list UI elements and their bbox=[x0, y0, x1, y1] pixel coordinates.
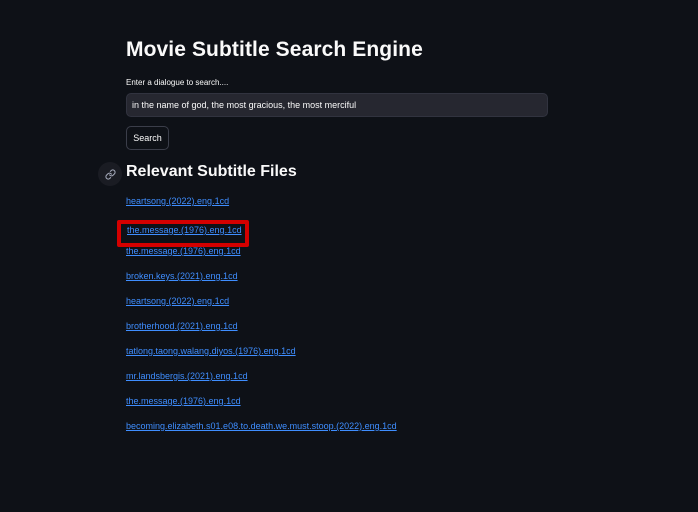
list-item: the.message.(1976).eng.1cd bbox=[126, 220, 397, 245]
list-item: tatlong.taong.walang.diyos.(1976).eng.1c… bbox=[126, 345, 397, 370]
result-link[interactable]: heartsong.(2022).eng.1cd bbox=[126, 296, 229, 306]
result-link[interactable]: brotherhood.(2021).eng.1cd bbox=[126, 321, 238, 331]
link-icon bbox=[104, 168, 116, 180]
list-item: broken.keys.(2021).eng.1cd bbox=[126, 270, 397, 295]
result-link[interactable]: the.message.(1976).eng.1cd bbox=[126, 396, 241, 406]
result-link[interactable]: heartsong.(2022).eng.1cd bbox=[126, 196, 229, 206]
heading-anchor-link[interactable] bbox=[98, 162, 122, 186]
results-list: heartsong.(2022).eng.1cd the.message.(19… bbox=[126, 195, 397, 445]
list-item: the.message.(1976).eng.1cd bbox=[126, 245, 397, 270]
result-link[interactable]: broken.keys.(2021).eng.1cd bbox=[126, 271, 238, 281]
list-item: heartsong.(2022).eng.1cd bbox=[126, 195, 397, 220]
result-link[interactable]: tatlong.taong.walang.diyos.(1976).eng.1c… bbox=[126, 346, 296, 356]
search-input-label: Enter a dialogue to search.... bbox=[126, 78, 229, 87]
result-link[interactable]: mr.landsbergis.(2021).eng.1cd bbox=[126, 371, 248, 381]
page-title: Movie Subtitle Search Engine bbox=[126, 38, 423, 61]
app-page: Movie Subtitle Search Engine Enter a dia… bbox=[0, 0, 698, 512]
list-item: becoming.elizabeth.s01.e08.to.death.we.m… bbox=[126, 420, 397, 445]
result-link[interactable]: the.message.(1976).eng.1cd bbox=[126, 246, 241, 256]
list-item: heartsong.(2022).eng.1cd bbox=[126, 295, 397, 320]
search-input[interactable] bbox=[126, 93, 548, 117]
list-item: the.message.(1976).eng.1cd bbox=[126, 395, 397, 420]
result-link[interactable]: becoming.elizabeth.s01.e08.to.death.we.m… bbox=[126, 421, 397, 431]
list-item: mr.landsbergis.(2021).eng.1cd bbox=[126, 370, 397, 395]
search-button[interactable]: Search bbox=[126, 126, 169, 150]
results-heading: Relevant Subtitle Files bbox=[126, 163, 297, 180]
result-link[interactable]: the.message.(1976).eng.1cd bbox=[126, 221, 241, 231]
list-item: brotherhood.(2021).eng.1cd bbox=[126, 320, 397, 345]
